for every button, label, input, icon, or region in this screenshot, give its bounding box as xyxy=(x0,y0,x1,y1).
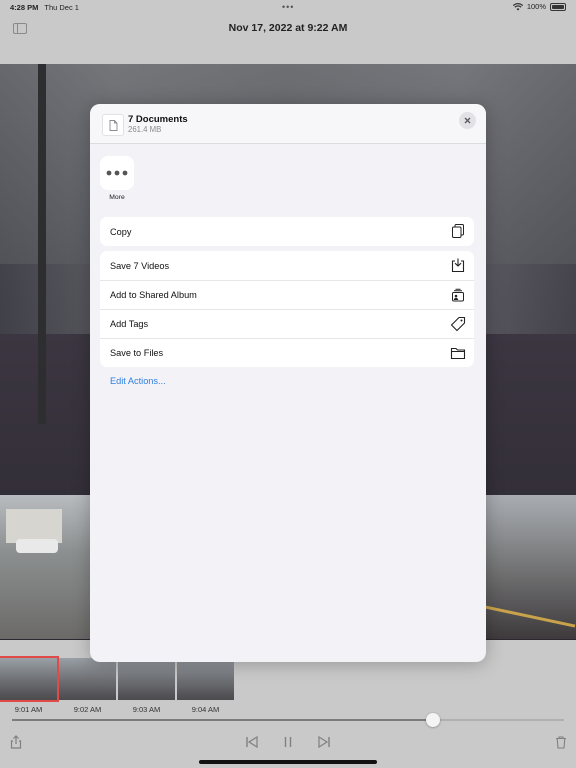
thumbnail-label: 9:02 AM xyxy=(73,705,102,714)
save-to-photos-icon xyxy=(451,258,465,273)
scrubber-knob[interactable] xyxy=(426,713,440,727)
multitasking-dots[interactable]: ••• xyxy=(282,2,294,12)
video-frame-right xyxy=(484,495,576,639)
action-label: Add to Shared Album xyxy=(110,290,197,300)
thumbnail[interactable] xyxy=(177,658,234,700)
status-bar: 4:28 PM Thu Dec 1 ••• 100% xyxy=(0,0,576,14)
action-save-videos[interactable]: Save 7 Videos xyxy=(100,251,474,280)
ellipsis-icon xyxy=(106,170,128,176)
share-subtitle: 261.4 MB xyxy=(128,125,162,134)
shared-album-icon xyxy=(452,288,464,302)
app-tile-more[interactable] xyxy=(100,156,134,190)
edit-actions-link[interactable]: Edit Actions... xyxy=(110,376,166,386)
actions-group-copy: Copy xyxy=(100,217,474,246)
home-indicator[interactable] xyxy=(199,760,377,764)
status-right: 100% xyxy=(512,2,566,11)
action-copy[interactable]: Copy xyxy=(100,217,474,246)
thumbnail[interactable] xyxy=(59,658,116,700)
folder-icon xyxy=(450,347,466,360)
app-tile-label: More xyxy=(109,194,125,201)
scrubber-fill xyxy=(12,719,432,721)
skip-back-icon[interactable] xyxy=(244,734,260,750)
status-date: Thu Dec 1 xyxy=(44,2,79,12)
action-label: Copy xyxy=(110,226,132,237)
page-title: Nov 17, 2022 at 9:22 AM xyxy=(228,22,348,34)
share-sheet-header: 7 Documents 261.4 MB xyxy=(90,104,486,144)
wifi-icon xyxy=(512,2,523,10)
battery-icon xyxy=(550,2,566,11)
action-add-tags[interactable]: Add Tags xyxy=(100,309,474,338)
filmstrip: 9:01 AM 9:02 AM 9:03 AM 9:04 AM xyxy=(0,656,240,718)
action-save-to-files[interactable]: Save to Files xyxy=(100,338,474,367)
transport-bar xyxy=(0,734,576,754)
close-icon xyxy=(464,117,471,124)
tag-icon xyxy=(450,316,466,332)
action-label: Save to Files xyxy=(110,348,164,358)
close-button[interactable] xyxy=(459,112,476,129)
document-icon xyxy=(102,114,124,136)
skip-forward-icon[interactable] xyxy=(316,734,332,750)
thumbnail-label: 9:03 AM xyxy=(132,705,161,714)
action-label: Add Tags xyxy=(110,319,149,329)
status-time: 4:28 PM xyxy=(10,2,39,12)
share-sheet: 7 Documents 261.4 MB More Copy Save 7 Vi… xyxy=(90,104,486,662)
playback-scrubber[interactable] xyxy=(12,713,564,727)
share-title: 7 Documents xyxy=(128,114,188,125)
pause-icon[interactable] xyxy=(280,734,296,750)
sidebar-toggle-icon[interactable] xyxy=(13,23,27,34)
action-add-shared-album[interactable]: Add to Shared Album xyxy=(100,280,474,309)
thumbnail[interactable] xyxy=(0,656,59,702)
actions-group-main: Save 7 Videos Add to Shared Album Add Ta… xyxy=(100,251,474,367)
action-label: Save 7 Videos xyxy=(110,260,170,271)
copy-icon xyxy=(452,224,464,238)
app-header: Nov 17, 2022 at 9:22 AM xyxy=(0,14,576,42)
thumbnail-label: 9:01 AM xyxy=(14,705,43,714)
thumbnail[interactable] xyxy=(118,658,175,700)
road-line xyxy=(484,605,576,628)
house-shape xyxy=(6,509,62,543)
video-frame-left xyxy=(0,495,92,639)
trash-icon[interactable] xyxy=(553,734,569,750)
video-pole xyxy=(38,64,46,424)
car-shape xyxy=(16,539,58,553)
thumbnail-label: 9:04 AM xyxy=(191,705,220,714)
share-icon[interactable] xyxy=(8,734,24,750)
battery-percent: 100% xyxy=(526,2,546,11)
